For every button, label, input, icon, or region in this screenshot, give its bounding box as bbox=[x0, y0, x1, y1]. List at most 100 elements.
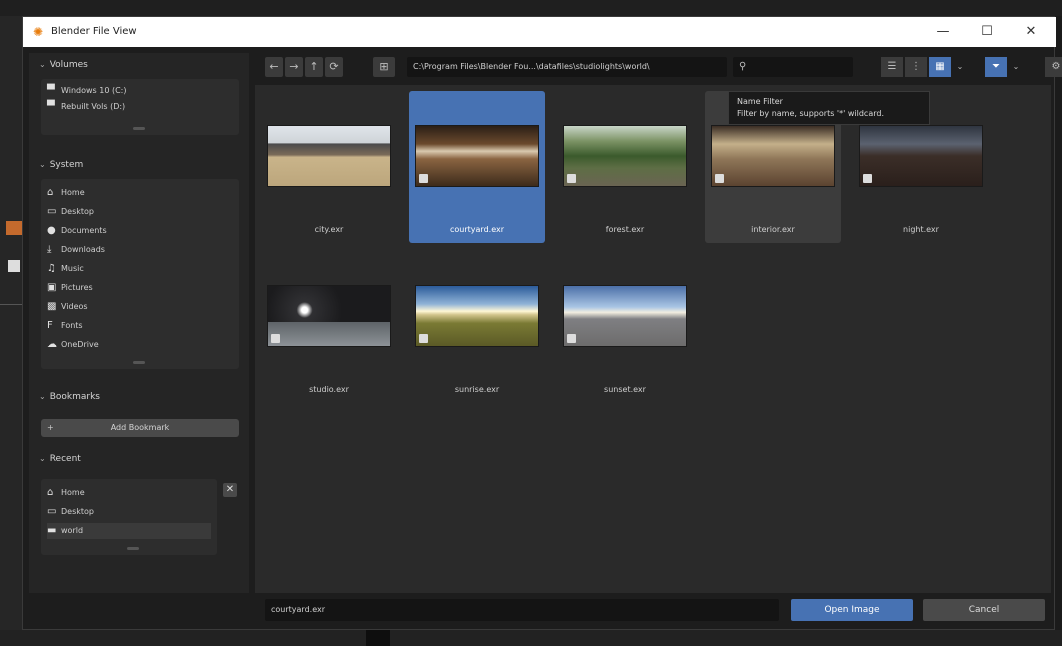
file-item-sunrise[interactable]: sunrise.exr bbox=[409, 251, 545, 403]
sidebar-item-fonts[interactable]: F Fonts bbox=[47, 318, 83, 334]
background-icon bbox=[8, 260, 20, 272]
drive-icon: ▀ bbox=[47, 101, 55, 112]
new-folder-button[interactable]: ⊞ bbox=[373, 57, 395, 77]
recent-item-label: world bbox=[61, 526, 84, 535]
drive-icon: ▀ bbox=[47, 85, 55, 96]
file-thumbnail bbox=[711, 125, 835, 187]
add-bookmark-button[interactable]: + Add Bookmark bbox=[41, 419, 239, 437]
chevron-down-icon: ⌄ bbox=[39, 160, 46, 169]
clear-recent-button[interactable]: ✕ bbox=[223, 483, 237, 497]
add-bookmark-label: Add Bookmark bbox=[110, 423, 170, 432]
sidebar-item-onedrive[interactable]: ☁ OneDrive bbox=[47, 337, 99, 353]
recent-list: ⌂ Home ▭ Desktop ▬ world bbox=[41, 479, 217, 555]
volume-item-d[interactable]: ▀ Rebuilt Vols (D:) bbox=[47, 99, 125, 115]
recent-item-home[interactable]: ⌂ Home bbox=[47, 485, 85, 501]
tooltip-title: Name Filter bbox=[737, 97, 783, 106]
cloud-icon: ☁ bbox=[47, 339, 57, 350]
sidebar-item-desktop[interactable]: ▭ Desktop bbox=[47, 204, 94, 220]
sidebar-item-music[interactable]: ♫ Music bbox=[47, 261, 84, 277]
sidebar-item-label: Pictures bbox=[61, 283, 93, 292]
filename-input[interactable]: courtyard.exr bbox=[265, 599, 779, 621]
search-icon: ⚲ bbox=[739, 61, 747, 72]
file-item-sunset[interactable]: sunset.exr bbox=[557, 251, 693, 403]
view-vertical-list-button[interactable]: ☰ bbox=[881, 57, 903, 77]
file-name: sunrise.exr bbox=[454, 385, 500, 394]
display-settings-dropdown[interactable]: ⌄ bbox=[953, 57, 967, 77]
sidebar-item-downloads[interactable]: ⤓ Downloads bbox=[47, 242, 105, 258]
background-left-panel bbox=[0, 16, 22, 646]
volumes-header-label: Volumes bbox=[49, 60, 88, 70]
minimize-button[interactable]: — bbox=[923, 21, 963, 43]
cancel-button[interactable]: Cancel bbox=[923, 599, 1045, 621]
recent-header[interactable]: ⌄ Recent bbox=[33, 449, 245, 469]
scrollbar-handle[interactable] bbox=[133, 127, 145, 130]
file-thumbnail bbox=[267, 285, 391, 347]
sidebar-item-label: Fonts bbox=[61, 321, 83, 330]
sidebar-item-label: Documents bbox=[61, 226, 107, 235]
sidebar-item-documents[interactable]: ● Documents bbox=[47, 223, 107, 239]
back-button[interactable]: ← bbox=[265, 57, 283, 77]
parent-directory-button[interactable]: ↑ bbox=[305, 57, 323, 77]
filter-settings-dropdown[interactable]: ⌄ bbox=[1009, 57, 1023, 77]
name-filter-tooltip: Name Filter Filter by name, supports '*'… bbox=[728, 91, 930, 125]
file-name: sunset.exr bbox=[604, 385, 646, 394]
system-header-label: System bbox=[49, 160, 84, 170]
font-icon: F bbox=[47, 320, 53, 331]
volumes-header[interactable]: ⌄ Volumes bbox=[33, 55, 245, 75]
recent-item-world[interactable]: ▬ world bbox=[47, 523, 211, 539]
background-orange-tab bbox=[6, 221, 22, 235]
image-badge-icon bbox=[715, 174, 724, 183]
sidebar-item-label: Music bbox=[61, 264, 84, 273]
home-icon: ⌂ bbox=[47, 187, 54, 198]
close-button[interactable]: ✕ bbox=[1011, 21, 1051, 43]
file-grid: city.exr courtyard.exr forest.exr interi… bbox=[255, 85, 1051, 593]
file-thumbnail bbox=[859, 125, 983, 187]
file-name: city.exr bbox=[314, 225, 344, 234]
file-item-courtyard[interactable]: courtyard.exr bbox=[409, 91, 545, 243]
image-badge-icon bbox=[567, 174, 576, 183]
title-bar[interactable]: ✺ Blender File View — ☐ ✕ bbox=[23, 17, 1056, 47]
recent-header-label: Recent bbox=[49, 454, 81, 464]
sidebar-item-videos[interactable]: ▩ Videos bbox=[47, 299, 88, 315]
settings-gear-button[interactable]: ⚙ bbox=[1045, 57, 1062, 77]
background-strip-bottom bbox=[0, 630, 1062, 646]
volume-item-label: Windows 10 (C:) bbox=[61, 86, 127, 95]
file-name: courtyard.exr bbox=[450, 225, 504, 234]
home-icon: ⌂ bbox=[47, 487, 54, 498]
scrollbar-handle[interactable] bbox=[133, 361, 145, 364]
image-badge-icon bbox=[419, 334, 428, 343]
sidebar-item-home[interactable]: ⌂ Home bbox=[47, 185, 85, 201]
recent-item-desktop[interactable]: ▭ Desktop bbox=[47, 504, 94, 520]
chevron-down-icon: ⌄ bbox=[39, 392, 46, 401]
open-image-button[interactable]: Open Image bbox=[791, 599, 913, 621]
system-header[interactable]: ⌄ System bbox=[33, 155, 245, 175]
view-thumbnails-button[interactable]: ▦ bbox=[929, 57, 951, 77]
forward-button[interactable]: → bbox=[285, 57, 303, 77]
scrollbar-handle[interactable] bbox=[127, 547, 139, 550]
volume-item-c[interactable]: ▀ Windows 10 (C:) bbox=[47, 83, 127, 99]
tooltip-body: Filter by name, supports '*' wildcard. bbox=[737, 109, 884, 118]
view-horizontal-list-button[interactable]: ⋮ bbox=[905, 57, 927, 77]
window-title: Blender File View bbox=[51, 26, 137, 37]
filter-button[interactable]: ⏷ bbox=[985, 57, 1007, 77]
chevron-down-icon: ⌄ bbox=[39, 454, 46, 463]
file-item-studio[interactable]: studio.exr bbox=[261, 251, 397, 403]
blender-logo-icon: ✺ bbox=[33, 25, 44, 39]
directory-path-input[interactable]: C:\Program Files\Blender Fou...\datafile… bbox=[407, 57, 727, 77]
file-item-city[interactable]: city.exr bbox=[261, 91, 397, 243]
recent-item-label: Desktop bbox=[61, 507, 94, 516]
folder-icon: ▬ bbox=[47, 525, 57, 536]
file-item-forest[interactable]: forest.exr bbox=[557, 91, 693, 243]
maximize-button[interactable]: ☐ bbox=[967, 21, 1007, 43]
image-badge-icon bbox=[863, 174, 872, 183]
name-filter-input[interactable]: ⚲ bbox=[733, 57, 853, 77]
image-badge-icon bbox=[567, 334, 576, 343]
refresh-button[interactable]: ⟳ bbox=[325, 57, 343, 77]
background-strip-top bbox=[0, 0, 1062, 16]
file-thumbnail bbox=[267, 125, 391, 187]
sidebar-item-pictures[interactable]: ▣ Pictures bbox=[47, 280, 93, 296]
file-thumbnail bbox=[563, 285, 687, 347]
background-divider bbox=[0, 304, 22, 305]
file-name: forest.exr bbox=[605, 225, 645, 234]
bookmarks-header[interactable]: ⌄ Bookmarks bbox=[33, 387, 245, 407]
